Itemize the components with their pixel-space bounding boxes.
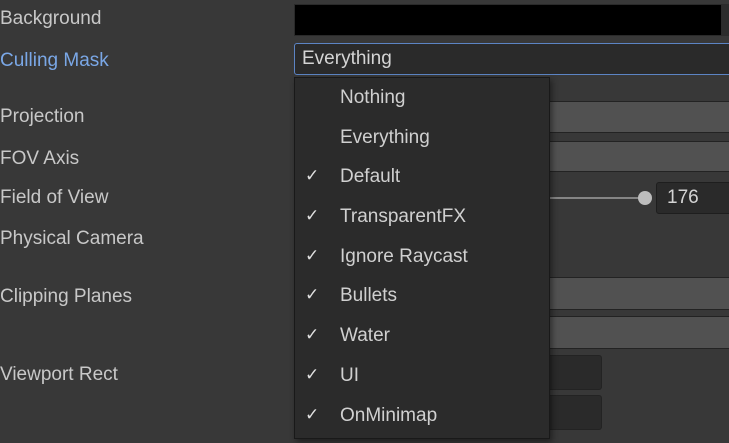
menu-item-label: Ignore Raycast	[340, 245, 468, 267]
clipping-far-field[interactable]	[540, 316, 729, 349]
menu-item-onminimap[interactable]: ✓ OnMinimap	[295, 396, 549, 436]
clipping-near-field[interactable]	[540, 277, 729, 310]
field-of-view-value: 176	[667, 187, 699, 208]
menu-item-label: Bullets	[340, 285, 398, 307]
checkmark-icon: ✓	[305, 206, 320, 227]
checkmark-icon: ✓	[305, 325, 320, 346]
culling-mask-label: Culling Mask	[0, 50, 109, 71]
projection-label: Projection	[0, 106, 85, 127]
menu-item-bullets[interactable]: ✓ Bullets	[295, 276, 549, 316]
field-of-view-label: Field of View	[0, 187, 109, 208]
menu-item-label: TransparentFX	[340, 206, 467, 228]
background-color-field[interactable]	[294, 4, 722, 36]
menu-item-label: OnMinimap	[340, 404, 438, 426]
culling-mask-value: Everything	[302, 48, 392, 69]
background-label: Background	[0, 8, 102, 29]
menu-item-label: Everything	[340, 126, 430, 148]
fov-axis-label: FOV Axis	[0, 148, 80, 169]
camera-inspector-panel: Background Culling Mask Projection FOV A…	[0, 0, 729, 443]
menu-item-ignore-raycast[interactable]: ✓ Ignore Raycast	[295, 237, 549, 277]
menu-item-label: Water	[340, 325, 390, 347]
checkmark-icon: ✓	[305, 166, 320, 187]
menu-item-label: Default	[340, 166, 401, 188]
culling-mask-dropdown[interactable]: Everything	[294, 43, 729, 75]
menu-item-label: Nothing	[340, 87, 406, 108]
viewport-rect-label: Viewport Rect	[0, 364, 118, 385]
menu-item-transparentfx[interactable]: ✓ TransparentFX	[295, 197, 549, 237]
field-of-view-slider-thumb[interactable]	[637, 191, 652, 205]
culling-mask-menu: Nothing Everything ✓ Default ✓ TransparentFX ✓…	[294, 77, 550, 439]
clipping-planes-label: Clipping Planes	[0, 286, 133, 307]
field-of-view-slider-track[interactable]	[540, 197, 647, 199]
checkmark-icon: ✓	[305, 245, 320, 266]
background-color-edge	[722, 4, 729, 36]
checkmark-icon: ✓	[305, 404, 320, 425]
field-of-view-input[interactable]: 176	[656, 182, 729, 214]
menu-item-nothing[interactable]: Nothing	[295, 78, 549, 118]
checkmark-icon: ✓	[305, 364, 320, 385]
menu-item-ui[interactable]: ✓ UI	[295, 356, 549, 396]
menu-item-default[interactable]: ✓ Default	[295, 157, 549, 197]
projection-dropdown[interactable]	[540, 101, 729, 133]
physical-camera-label: Physical Camera	[0, 228, 144, 249]
checkmark-icon: ✓	[305, 285, 320, 306]
fov-axis-dropdown[interactable]	[540, 141, 729, 172]
menu-item-everything[interactable]: Everything	[295, 118, 549, 158]
menu-item-label: UI	[340, 364, 359, 386]
menu-item-water[interactable]: ✓ Water	[295, 316, 549, 356]
